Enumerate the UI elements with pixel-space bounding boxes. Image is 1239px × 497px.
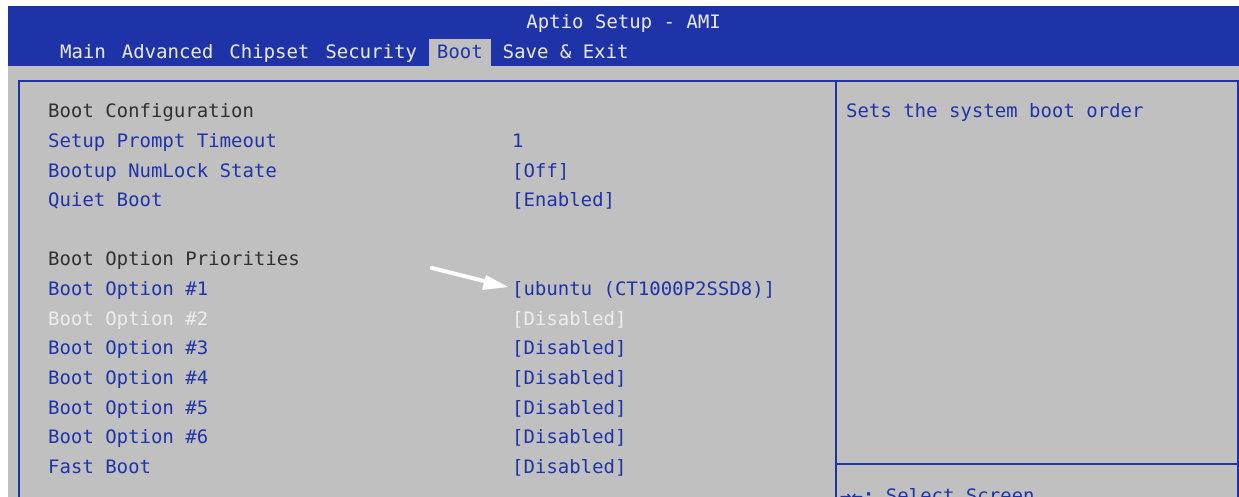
tab-main[interactable]: Main xyxy=(52,39,114,66)
tab-advanced[interactable]: Advanced xyxy=(114,39,222,66)
setting-boot-option-4[interactable]: Boot Option #4 [Disabled] xyxy=(48,364,828,392)
setting-label: Boot Option #5 xyxy=(48,397,209,419)
setting-bootup-numlock-state[interactable]: Bootup NumLock State [Off] xyxy=(48,157,828,185)
setting-label: Setup Prompt Timeout xyxy=(48,130,277,152)
setting-quiet-boot[interactable]: Quiet Boot [Enabled] xyxy=(48,186,828,214)
setting-label: Boot Option #3 xyxy=(48,337,209,359)
left-right-arrows-icon: →←: xyxy=(840,485,875,497)
setting-value[interactable]: [Disabled] xyxy=(512,364,626,392)
panel-divider xyxy=(835,80,837,497)
app-title: Aptio Setup - AMI xyxy=(526,11,721,33)
help-divider xyxy=(837,463,1239,465)
setting-boot-option-2[interactable]: Boot Option #2 [Disabled] xyxy=(48,305,828,333)
setting-label: Fast Boot xyxy=(48,456,151,478)
setting-value[interactable]: [Disabled] xyxy=(512,423,626,451)
section-heading: Boot Option Priorities xyxy=(48,248,300,270)
setting-label: Quiet Boot xyxy=(48,189,163,211)
setting-boot-option-5[interactable]: Boot Option #5 [Disabled] xyxy=(48,394,828,422)
help-text: Sets the system boot order xyxy=(846,100,1144,122)
setting-label: Boot Option #4 xyxy=(48,367,209,389)
title-bar: Aptio Setup - AMI Main Advanced Chipset … xyxy=(8,6,1239,66)
tab-chipset[interactable]: Chipset xyxy=(221,39,317,66)
section-boot-configuration: Boot Configuration xyxy=(48,97,828,125)
setting-value[interactable]: [Disabled] xyxy=(512,305,626,333)
key-hint-select-screen: →←: Select Screen xyxy=(840,482,1034,497)
section-heading: Boot Configuration xyxy=(48,100,254,122)
setting-value[interactable]: [Enabled] xyxy=(512,186,615,214)
tab-save-exit[interactable]: Save & Exit xyxy=(495,39,637,66)
setting-value[interactable]: [Disabled] xyxy=(512,394,626,422)
setting-label: Bootup NumLock State xyxy=(48,160,277,182)
annotation-arrow-icon xyxy=(430,266,508,290)
setting-setup-prompt-timeout[interactable]: Setup Prompt Timeout 1 xyxy=(48,127,828,155)
setting-value[interactable]: [Disabled] xyxy=(512,453,626,481)
tab-bar: Main Advanced Chipset Security Boot Save… xyxy=(52,39,636,66)
setting-value[interactable]: 1 xyxy=(512,127,523,155)
tab-boot[interactable]: Boot xyxy=(428,39,491,66)
setting-label: Boot Option #6 xyxy=(48,426,209,448)
setting-label: Boot Option #1 xyxy=(48,278,209,300)
key-hint-label: Select Screen xyxy=(874,485,1035,497)
tab-security[interactable]: Security xyxy=(317,39,425,66)
setting-boot-option-3[interactable]: Boot Option #3 [Disabled] xyxy=(48,334,828,362)
setting-value[interactable]: [Disabled] xyxy=(512,334,626,362)
bios-window: Aptio Setup - AMI Main Advanced Chipset … xyxy=(8,6,1239,497)
setting-value[interactable]: [Off] xyxy=(512,157,569,185)
setting-label: Boot Option #2 xyxy=(48,308,209,330)
setting-value[interactable]: [ubuntu (CT1000P2SSD8)] xyxy=(512,275,775,303)
setting-fast-boot[interactable]: Fast Boot [Disabled] xyxy=(48,453,828,481)
setting-boot-option-6[interactable]: Boot Option #6 [Disabled] xyxy=(48,423,828,451)
